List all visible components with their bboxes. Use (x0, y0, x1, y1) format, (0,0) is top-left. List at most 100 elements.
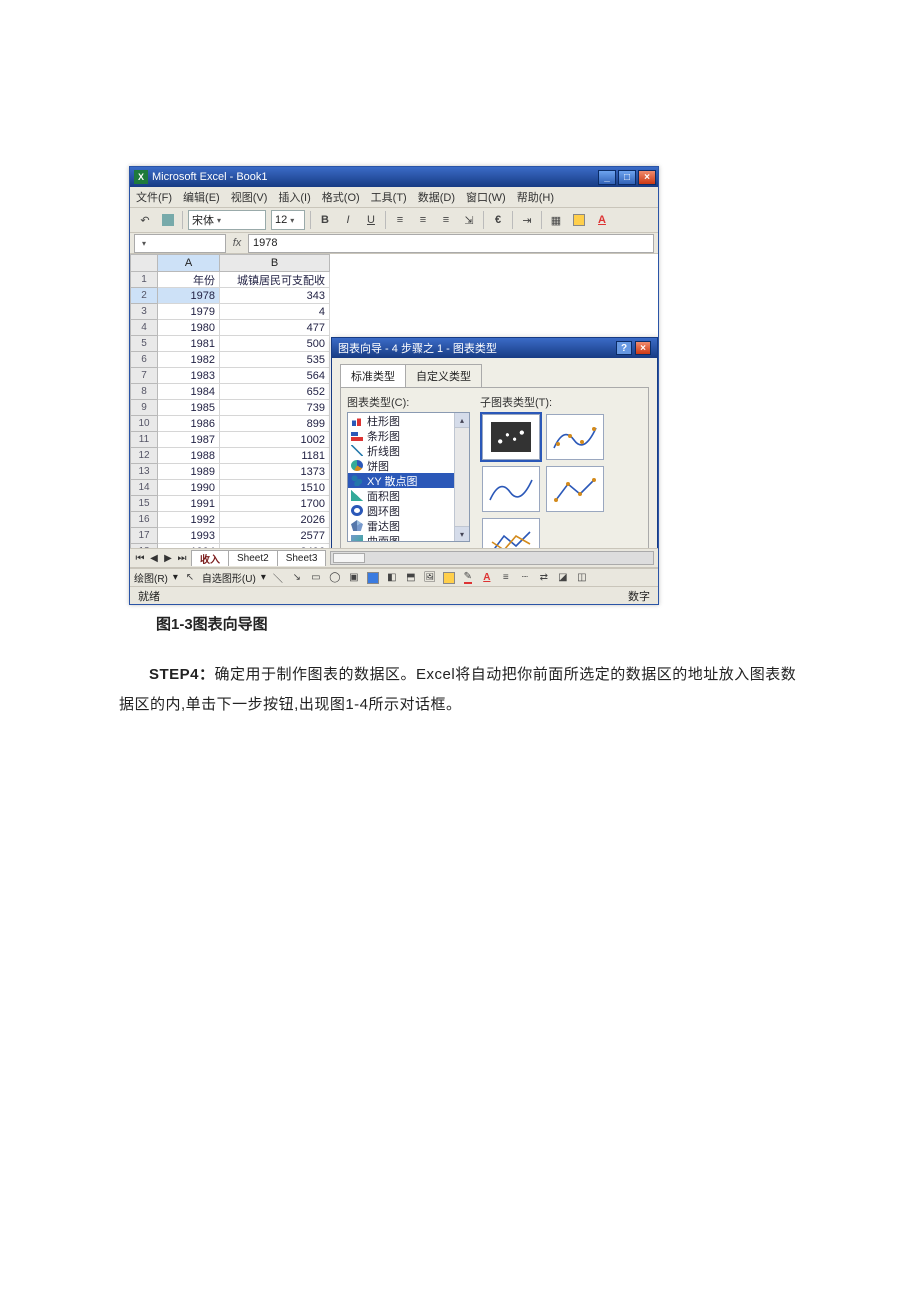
column-header-a[interactable]: A (158, 254, 220, 272)
tab-nav-last-icon[interactable]: ⏭ (176, 553, 188, 564)
tab-standard-types[interactable]: 标准类型 (340, 364, 406, 387)
row-header[interactable]: 16 (130, 512, 158, 528)
underline-button[interactable]: U (362, 211, 380, 229)
tab-nav-prev-icon[interactable]: ◀ (148, 553, 160, 564)
tab-nav-next-icon[interactable]: ▶ (162, 553, 174, 564)
cell-year[interactable]: 1985 (158, 400, 220, 416)
cell-value[interactable]: 899 (220, 416, 330, 432)
cell-a1[interactable]: 年份 (158, 272, 220, 288)
subtype-scatter-smooth[interactable] (482, 466, 540, 512)
row-header[interactable]: 10 (130, 416, 158, 432)
cell-value[interactable]: 739 (220, 400, 330, 416)
shadow-icon[interactable]: ◪ (556, 571, 570, 585)
row-header[interactable]: 17 (130, 528, 158, 544)
3d-icon[interactable]: ◫ (575, 571, 589, 585)
row-header[interactable]: 8 (130, 384, 158, 400)
chart-type-item[interactable]: XY 散点图 (348, 473, 469, 488)
font-color-icon[interactable]: A (480, 571, 494, 585)
picture-icon[interactable]: 🖼 (423, 571, 437, 585)
diagram-icon[interactable]: ◧ (385, 571, 399, 585)
menu-window[interactable]: 窗口(W) (466, 189, 506, 205)
pointer-icon[interactable]: ↖ (183, 571, 197, 585)
cell-year[interactable]: 1991 (158, 496, 220, 512)
menu-file[interactable]: 文件(F) (136, 189, 172, 205)
align-center-icon[interactable]: ≡ (414, 211, 432, 229)
line-color-icon[interactable]: ✎ (461, 571, 475, 585)
cell-year[interactable]: 1983 (158, 368, 220, 384)
menu-data[interactable]: 数据(D) (418, 189, 455, 205)
cell-value[interactable]: 477 (220, 320, 330, 336)
subtype-scatter-smooth-markers[interactable] (546, 414, 604, 460)
arrow-icon[interactable]: ↘ (290, 571, 304, 585)
cell-year[interactable]: 1990 (158, 480, 220, 496)
cell-year[interactable]: 1988 (158, 448, 220, 464)
chart-type-item[interactable]: 雷达图 (348, 518, 469, 533)
line-style-icon[interactable]: ≡ (499, 571, 513, 585)
italic-button[interactable]: I (339, 211, 357, 229)
cell-value[interactable]: 1510 (220, 480, 330, 496)
fill-color-icon[interactable] (442, 571, 456, 585)
cell-value[interactable]: 1002 (220, 432, 330, 448)
select-all-corner[interactable] (130, 254, 158, 272)
cell-year[interactable]: 1987 (158, 432, 220, 448)
rectangle-icon[interactable]: ▭ (309, 571, 323, 585)
column-header-b[interactable]: B (220, 254, 330, 272)
menu-format[interactable]: 格式(O) (322, 189, 360, 205)
cell-year[interactable]: 1982 (158, 352, 220, 368)
border-icon[interactable]: ▦ (547, 211, 565, 229)
menu-help[interactable]: 帮助(H) (517, 189, 554, 205)
line-icon[interactable]: ＼ (271, 571, 285, 585)
dash-style-icon[interactable]: ┈ (518, 571, 532, 585)
merge-center-icon[interactable]: ⇲ (460, 211, 478, 229)
scroll-down-icon[interactable]: ▾ (455, 526, 469, 541)
tab-nav-first-icon[interactable]: ⏮ (134, 553, 146, 564)
menu-insert[interactable]: 插入(I) (278, 189, 310, 205)
chart-type-item[interactable]: 圆环图 (348, 503, 469, 518)
cell-year[interactable]: 1992 (158, 512, 220, 528)
maximize-button[interactable]: □ (618, 170, 636, 185)
undo-icon[interactable]: ↶ (136, 211, 154, 229)
cell-year[interactable]: 1984 (158, 384, 220, 400)
align-right-icon[interactable]: ≡ (437, 211, 455, 229)
close-button[interactable]: × (638, 170, 656, 185)
cell-year[interactable]: 1979 (158, 304, 220, 320)
row-header[interactable]: 3 (130, 304, 158, 320)
row-header-1[interactable]: 1 (130, 272, 158, 288)
minimize-button[interactable]: _ (598, 170, 616, 185)
cell-year[interactable]: 1989 (158, 464, 220, 480)
arrow-style-icon[interactable]: ⇄ (537, 571, 551, 585)
draw-menu[interactable]: 绘图(R) (134, 570, 168, 585)
name-box[interactable]: ▾ (134, 234, 226, 253)
font-size-select[interactable]: 12▾ (271, 210, 305, 230)
scrollbar[interactable]: ▴ ▾ (454, 413, 469, 541)
cell-b1[interactable]: 城镇居民可支配收 (220, 272, 330, 288)
currency-icon[interactable]: € (489, 211, 507, 229)
chart-type-item[interactable]: 柱形图 (348, 413, 469, 428)
row-header[interactable]: 12 (130, 448, 158, 464)
bold-button[interactable]: B (316, 211, 334, 229)
sheet-tab-2[interactable]: Sheet2 (228, 550, 278, 566)
tab-custom-types[interactable]: 自定义类型 (405, 364, 482, 387)
cell-value[interactable]: 1181 (220, 448, 330, 464)
row-header[interactable]: 14 (130, 480, 158, 496)
cell-year[interactable]: 1978 (158, 288, 220, 304)
fx-icon[interactable]: fx (230, 237, 244, 249)
cell-value[interactable]: 535 (220, 352, 330, 368)
oval-icon[interactable]: ◯ (328, 571, 342, 585)
chart-type-item[interactable]: 饼图 (348, 458, 469, 473)
autoshapes-menu[interactable]: 自选图形(U) (202, 570, 256, 585)
row-header[interactable]: 9 (130, 400, 158, 416)
scroll-up-icon[interactable]: ▴ (455, 413, 469, 428)
row-header[interactable]: 13 (130, 464, 158, 480)
chart-type-item[interactable]: 面积图 (348, 488, 469, 503)
row-header[interactable]: 6 (130, 352, 158, 368)
fill-color-icon[interactable] (570, 211, 588, 229)
cell-year[interactable]: 1993 (158, 528, 220, 544)
row-header[interactable]: 11 (130, 432, 158, 448)
cell-value[interactable]: 500 (220, 336, 330, 352)
sheet-tab-1[interactable]: 收入 (191, 550, 229, 566)
formula-input[interactable]: 1978 (248, 234, 654, 253)
chart-type-listbox[interactable]: 柱形图条形图折线图饼图XY 散点图面积图圆环图雷达图曲面图 ▴ ▾ (347, 412, 470, 542)
cell-year[interactable]: 1986 (158, 416, 220, 432)
cell-value[interactable]: 652 (220, 384, 330, 400)
